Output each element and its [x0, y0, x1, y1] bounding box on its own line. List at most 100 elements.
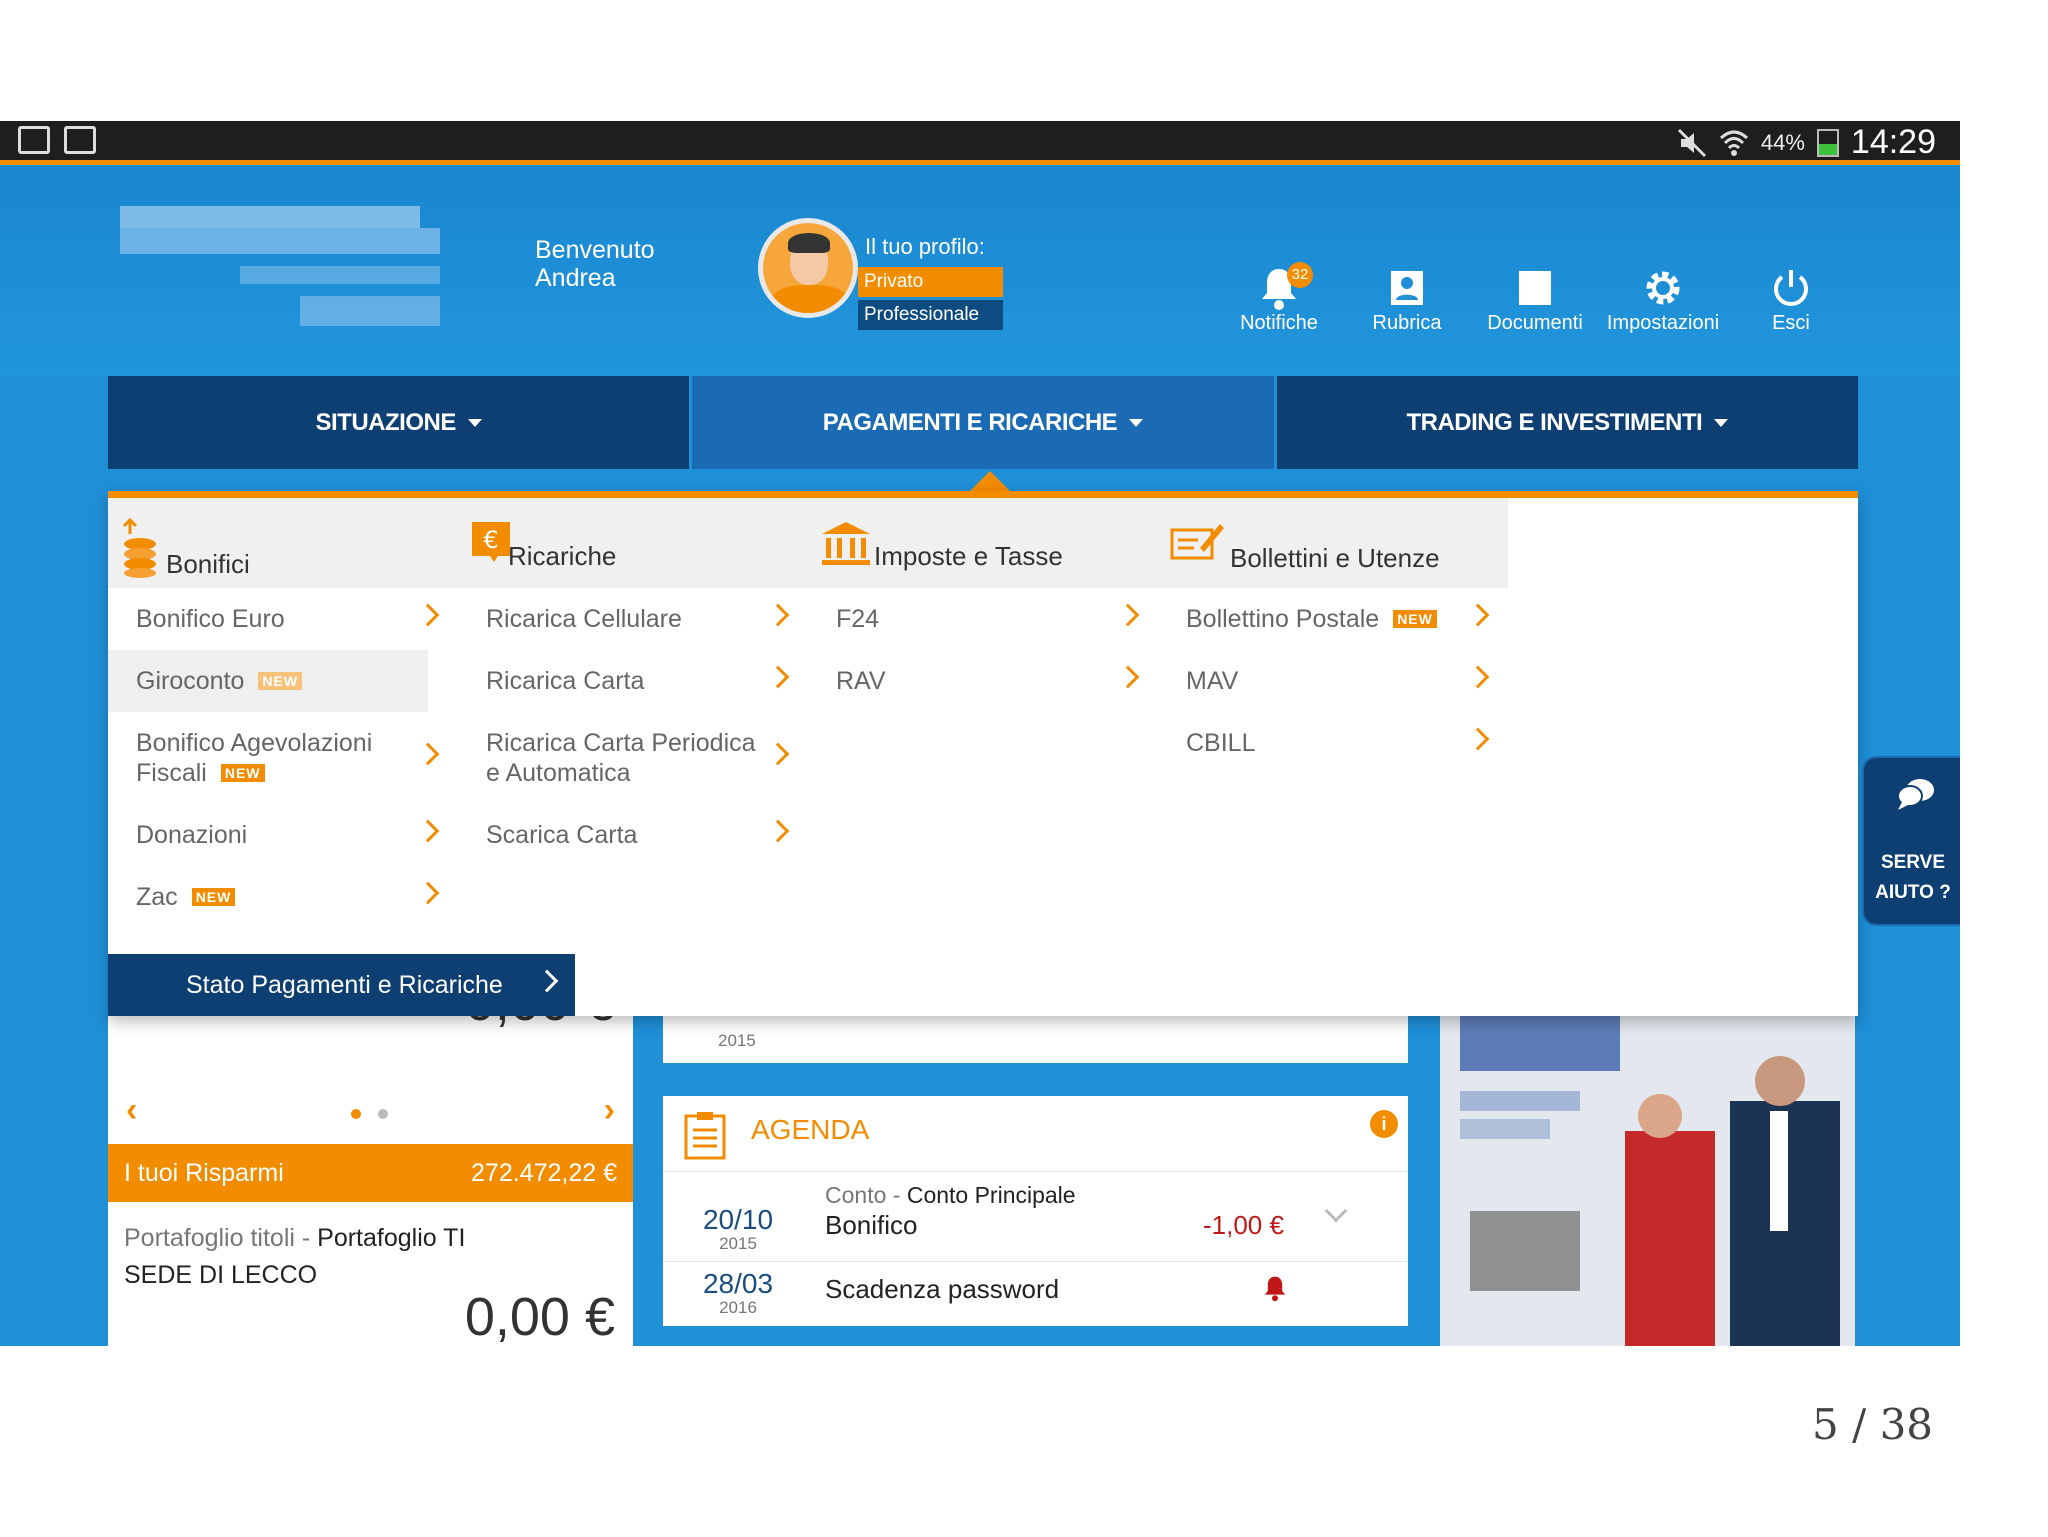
header: Benvenuto Andrea Il tuo profilo: Privato…	[0, 166, 1960, 376]
agenda-amount: -1,00 €	[1203, 1210, 1284, 1240]
portafoglio-line: Portafoglio titoli - Portafoglio TI	[124, 1224, 466, 1252]
menu-item-cbill[interactable]: CBILL	[1158, 712, 1498, 774]
new-badge: NEW	[191, 888, 236, 906]
agenda-date: 20/10 2015	[702, 1204, 774, 1253]
chevron-right-icon	[766, 603, 790, 627]
agenda-row[interactable]: 28/03 2016 Scadenza password	[663, 1262, 1408, 1326]
chevron-right-icon	[416, 603, 440, 627]
profile-label: Il tuo profilo:	[865, 234, 985, 259]
caret-down-icon	[1714, 418, 1729, 427]
chevron-right-icon	[1466, 665, 1490, 689]
avatar[interactable]	[758, 218, 858, 318]
wifi-icon	[1719, 130, 1748, 156]
chevron-right-icon	[535, 969, 559, 993]
stato-pagamenti-button[interactable]: Stato Pagamenti e Ricariche	[108, 954, 575, 1016]
agenda-date: 28/03 2016	[702, 1268, 774, 1317]
profile-option-privato[interactable]: Privato	[858, 267, 1003, 297]
promo-banner[interactable]	[1440, 1001, 1855, 1346]
android-status-bar: 44% 14:29	[0, 121, 1960, 165]
promo-image	[1440, 1001, 1855, 1346]
pager-dot-active[interactable]	[351, 1109, 361, 1119]
menu-item-ricarica-carta-periodica[interactable]: Ricarica Carta Periodica e Automatica	[458, 712, 798, 804]
battery-percent: 44%	[1760, 129, 1805, 155]
rubrica-button[interactable]: Rubrica	[1343, 266, 1471, 335]
menu-item-rav[interactable]: RAV	[808, 650, 1148, 712]
agenda-row[interactable]: 20/10 2015 Conto - Conto Principale Bonif…	[663, 1172, 1408, 1262]
pager-dot[interactable]	[378, 1109, 388, 1119]
svg-text:€: €	[483, 526, 498, 554]
agenda-desc: Scadenza password	[825, 1274, 1060, 1304]
welcome-message: Benvenuto Andrea	[535, 236, 655, 292]
accounts-panel: 0,00 € ‹ › I tuoi Risparmi 272.472,22 € …	[108, 972, 633, 1346]
impostazioni-button[interactable]: Impostazioni	[1599, 266, 1727, 335]
notifiche-button[interactable]: 32 Notifiche	[1215, 262, 1343, 335]
main-nav: SITUAZIONE PAGAMENTI E RICARICHE TRADING…	[108, 376, 1858, 469]
app-frame: 44% 14:29 Benvenuto Andrea Il tuo profil…	[0, 121, 1960, 1346]
chevron-right-icon	[766, 665, 790, 689]
bell-alert-icon	[1264, 1276, 1286, 1302]
nav-pagamenti-ricariche[interactable]: PAGAMENTI E RICARICHE	[692, 376, 1274, 469]
next-arrow-icon[interactable]: ›	[604, 1091, 615, 1130]
esci-button[interactable]: Esci	[1727, 266, 1855, 335]
chevron-right-icon	[1116, 603, 1140, 627]
chevron-right-icon	[416, 819, 440, 843]
new-badge: NEW	[220, 764, 265, 782]
contact-icon	[1391, 271, 1423, 305]
chevron-right-icon	[766, 742, 790, 766]
coins-icon	[122, 518, 156, 578]
bank-building-icon	[822, 522, 870, 565]
gear-icon	[1646, 271, 1680, 305]
clock: 14:29	[1850, 123, 1936, 161]
chevron-down-icon[interactable]	[1324, 1199, 1348, 1222]
nav-trading-investimenti[interactable]: TRADING E INVESTIMENTI	[1276, 376, 1858, 469]
column-title: Bollettini e Utenze	[1230, 543, 1440, 573]
column-title: Bonifici	[166, 549, 250, 579]
agenda-desc: Bonifico	[825, 1210, 918, 1240]
agenda-panel: AGENDA i 20/10 2015 Conto - Conto Princip…	[663, 1096, 1408, 1326]
euro-card-icon: €	[472, 522, 510, 562]
menu-column-imposte: Imposte e Tasse F24 RAV	[808, 498, 1148, 712]
clipboard-icon	[684, 1112, 726, 1160]
menu-pointer	[968, 471, 1012, 493]
agenda-account: Conto - Conto Principale	[825, 1182, 1076, 1208]
agenda-title: AGENDA	[751, 1114, 870, 1145]
menu-item-f24[interactable]: F24	[808, 588, 1148, 650]
nav-situazione[interactable]: SITUAZIONE	[108, 376, 690, 469]
menu-item-mav[interactable]: MAV	[1158, 650, 1498, 712]
chevron-right-icon	[1116, 665, 1140, 689]
caret-down-icon	[1129, 418, 1144, 427]
menu-item-bonifico-agevolazioni[interactable]: Bonifico Agevolazioni Fiscali NEW	[108, 712, 448, 804]
menu-item-bonifico-euro[interactable]: Bonifico Euro	[108, 588, 448, 650]
menu-item-ricarica-carta[interactable]: Ricarica Carta	[458, 650, 798, 712]
menu-item-bollettino-postale[interactable]: Bollettino Postale NEW	[1158, 588, 1498, 650]
menu-item-donazioni[interactable]: Donazioni	[108, 804, 448, 866]
new-badge: NEW	[1393, 610, 1437, 628]
prev-arrow-icon[interactable]: ‹	[126, 1091, 137, 1130]
gallery-icon	[18, 126, 50, 154]
document-icon	[1519, 271, 1551, 305]
bill-pen-icon	[1170, 524, 1224, 560]
profile-option-professionale[interactable]: Professionale	[858, 300, 1003, 330]
new-badge: NEW	[258, 672, 303, 690]
clipboard-check-icon	[64, 126, 96, 154]
chevron-right-icon	[1466, 603, 1490, 627]
menu-item-scarica-carta[interactable]: Scarica Carta	[458, 804, 798, 866]
help-tab[interactable]: SERVE AIUTO ?	[1862, 756, 1960, 926]
caret-down-icon	[467, 418, 482, 427]
menu-column-bollettini: Bollettini e Utenze Bollettino Postale NE…	[1158, 498, 1498, 774]
menu-item-giroconto[interactable]: Giroconto NEW	[108, 650, 428, 712]
column-title: Ricariche	[508, 541, 617, 571]
menu-item-ricarica-cellulare[interactable]: Ricarica Cellulare	[458, 588, 798, 650]
chevron-right-icon	[1466, 727, 1490, 751]
mega-menu-pagamenti: Bonifici Bonifico Euro Giroconto NEW Boni…	[108, 491, 1858, 1016]
menu-column-ricariche: € Ricariche Ricarica Cellulare Ricarica …	[458, 498, 798, 866]
documenti-button[interactable]: Documenti	[1471, 266, 1599, 335]
battery-icon	[1816, 128, 1839, 157]
bank-logo[interactable]	[120, 206, 440, 331]
info-icon[interactable]: i	[1370, 1110, 1398, 1138]
risparmi-bar[interactable]: I tuoi Risparmi 272.472,22 €	[108, 1144, 633, 1202]
menu-item-zac[interactable]: Zac NEW	[108, 866, 448, 928]
portafoglio-amount: 0,00 €	[464, 1287, 615, 1346]
notification-badge: 32	[1287, 262, 1313, 288]
power-icon	[1774, 270, 1808, 306]
